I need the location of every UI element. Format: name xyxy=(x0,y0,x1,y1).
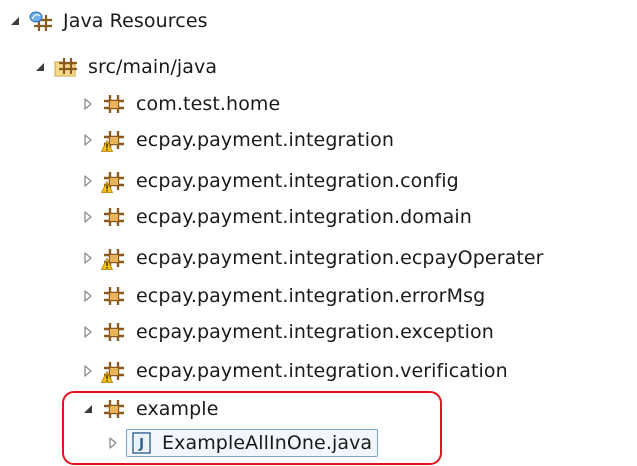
tree-node-java-resources[interactable]: Java Resources xyxy=(8,3,208,39)
project-explorer-tree: Java Resources src/main/java com.test.ho… xyxy=(0,0,637,466)
package-warning-icon xyxy=(101,359,127,383)
package-warning-icon xyxy=(101,169,127,193)
java-resources-icon xyxy=(28,9,54,33)
collapsed-triangle-icon[interactable] xyxy=(81,288,95,304)
tree-node-label: ecpay.payment.integration.config xyxy=(136,170,459,192)
tree-node-label: Java Resources xyxy=(63,10,208,32)
tree-node-example-package[interactable]: example xyxy=(81,391,218,427)
tree-node-label: ExampleAllInOne.java xyxy=(162,432,373,454)
collapsed-triangle-icon[interactable] xyxy=(81,209,95,225)
tree-node-package[interactable]: ecpay.payment.integration.config xyxy=(81,163,459,199)
collapsed-triangle-icon[interactable] xyxy=(106,435,120,451)
tree-node-java-file[interactable]: J ExampleAllInOne.java xyxy=(106,425,379,461)
package-warning-icon xyxy=(101,128,127,152)
tree-node-label: ecpay.payment.integration.errorMsg xyxy=(136,285,486,307)
collapsed-triangle-icon[interactable] xyxy=(81,363,95,379)
collapsed-triangle-icon[interactable] xyxy=(81,173,95,189)
expanded-triangle-icon[interactable] xyxy=(81,401,95,417)
selected-item-box[interactable]: J ExampleAllInOne.java xyxy=(126,429,379,457)
tree-node-label: ecpay.payment.integration xyxy=(136,129,394,151)
tree-node-label: ecpay.payment.integration.ecpayOperater xyxy=(136,247,544,269)
source-folder-icon xyxy=(53,55,79,79)
collapsed-triangle-icon[interactable] xyxy=(81,324,95,340)
collapsed-triangle-icon[interactable] xyxy=(81,250,95,266)
package-icon xyxy=(101,397,127,421)
svg-text:J: J xyxy=(138,437,144,452)
collapsed-triangle-icon[interactable] xyxy=(81,132,95,148)
tree-node-package[interactable]: ecpay.payment.integration.domain xyxy=(81,199,472,235)
tree-node-package[interactable]: ecpay.payment.integration.exception xyxy=(81,314,494,350)
package-icon xyxy=(101,320,127,344)
tree-node-label: ecpay.payment.integration.exception xyxy=(136,321,494,343)
tree-node-package[interactable]: ecpay.payment.integration xyxy=(81,122,394,158)
package-icon xyxy=(101,284,127,308)
tree-node-package[interactable]: com.test.home xyxy=(81,86,280,122)
tree-node-label: ecpay.payment.integration.domain xyxy=(136,206,472,228)
collapsed-triangle-icon[interactable] xyxy=(81,96,95,112)
package-icon xyxy=(101,92,127,116)
tree-node-label: ecpay.payment.integration.verification xyxy=(136,360,508,382)
tree-node-label: example xyxy=(136,398,219,420)
expanded-triangle-icon[interactable] xyxy=(8,13,22,29)
tree-node-package[interactable]: ecpay.payment.integration.errorMsg xyxy=(81,278,485,314)
tree-node-package[interactable]: ecpay.payment.integration.ecpayOperater xyxy=(81,240,544,276)
tree-node-label: com.test.home xyxy=(136,93,281,115)
tree-node-package[interactable]: ecpay.payment.integration.verification xyxy=(81,353,508,389)
tree-node-source-folder[interactable]: src/main/java xyxy=(33,49,217,85)
package-icon xyxy=(101,205,127,229)
package-warning-icon xyxy=(101,246,127,270)
tree-node-label: src/main/java xyxy=(88,56,218,78)
java-file-icon: J xyxy=(129,431,155,455)
expanded-triangle-icon[interactable] xyxy=(33,59,47,75)
